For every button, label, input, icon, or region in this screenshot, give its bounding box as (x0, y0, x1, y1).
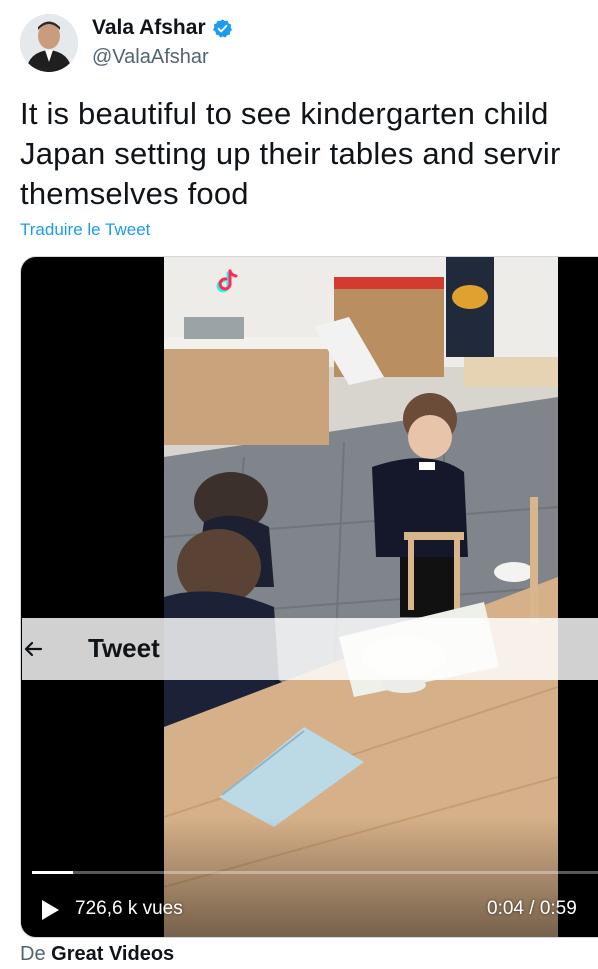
page-title: Tweet (88, 633, 160, 663)
back-arrow-icon[interactable] (22, 638, 44, 660)
play-icon[interactable] (39, 898, 61, 922)
verified-badge-icon (212, 18, 232, 38)
tweet-text-line-2: Japan setting up their tables and servir (20, 136, 561, 171)
author-handle[interactable]: @ValaAfshar (92, 46, 209, 69)
media-source-name[interactable]: Great Videos (51, 943, 174, 965)
view-count: 726,6 k vues (75, 898, 183, 919)
media-source-prefix: De (20, 943, 46, 965)
tweet-text: It is beautiful to see kindergarten chil… (20, 94, 598, 214)
author-name-text[interactable]: Vala Afshar (92, 16, 206, 40)
author-avatar[interactable] (20, 14, 78, 72)
video-player[interactable]: 726,6 k vues 0:04 / 0:59 (20, 256, 598, 938)
author-name[interactable]: Vala Afshar (92, 16, 233, 40)
tweet-text-line-1: It is beautiful to see kindergarten chil… (20, 96, 549, 131)
translate-tweet-link[interactable]: Traduire le Tweet (20, 220, 150, 240)
tweet-text-line-3: themselves food (20, 176, 249, 211)
avatar-image (20, 14, 78, 72)
video-progress-fill (32, 871, 73, 874)
video-time: 0:04 / 0:59 (487, 898, 577, 919)
media-source: De Great Videos (20, 943, 174, 966)
video-progress-bar[interactable] (32, 871, 598, 874)
tweet-header-bar: Tweet (22, 618, 598, 680)
